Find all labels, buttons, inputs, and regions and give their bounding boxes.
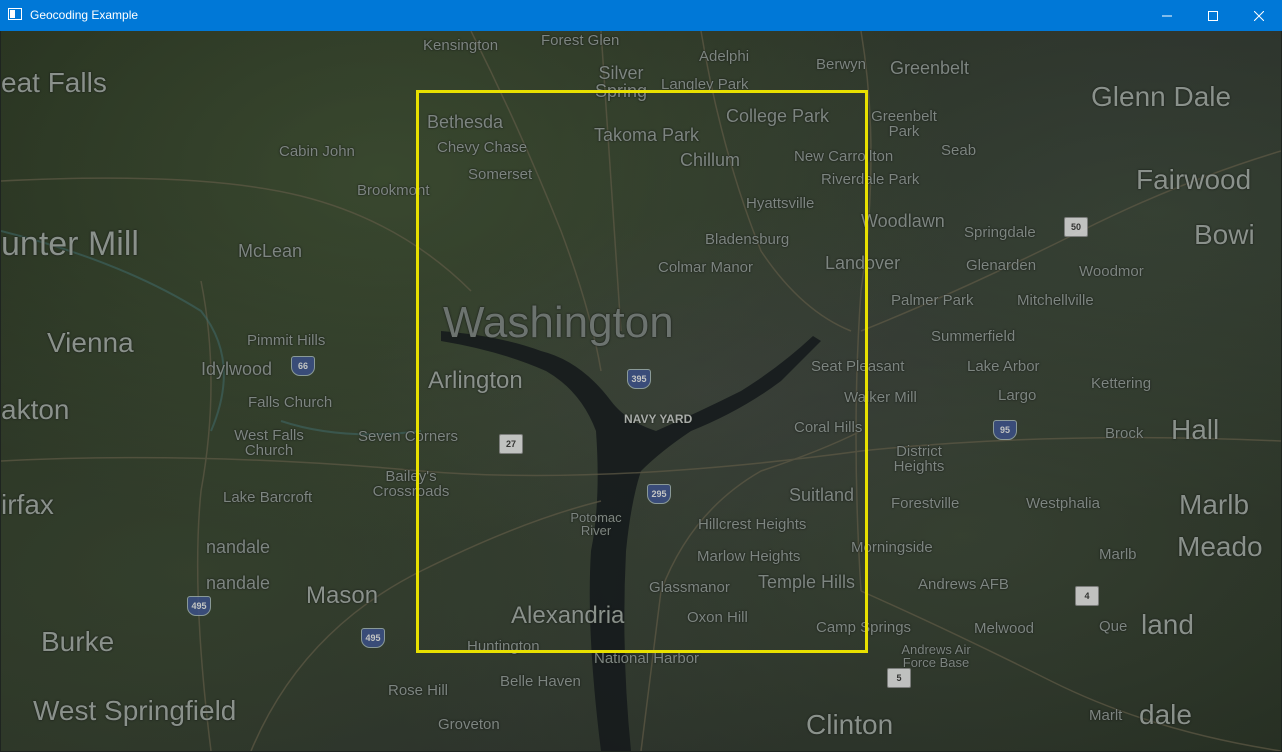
minimize-button[interactable] (1144, 0, 1190, 31)
map-label-berwyn: Berwyn (816, 56, 867, 73)
map-view[interactable]: Kensington Forest Glen Adelphi Berwyn Gr… (1, 31, 1281, 751)
maximize-button[interactable] (1190, 0, 1236, 31)
map-label-idylwood: Idylwood (201, 359, 273, 379)
map-label-seabrook: Seab (941, 142, 977, 159)
map-label-mitchellville: Mitchellville (1017, 292, 1094, 309)
map-label-brock: Brock (1105, 425, 1144, 442)
highway-shield-95: 95 (993, 420, 1017, 440)
map-label-kettering: Kettering (1091, 375, 1152, 392)
map-label-mclean: McLean (238, 241, 303, 261)
map-label-greenbelt-park: Greenbelt Park (871, 108, 937, 140)
map-label-marlboro: Marlb (1179, 489, 1250, 520)
map-label-district-heights: District Heights (893, 443, 945, 475)
map-label-adelphi: Adelphi (699, 48, 750, 65)
map-label-annandale-1: nandale (206, 537, 271, 557)
map-label-westphalia: Westphalia (1026, 495, 1100, 512)
map-label-great-falls: eat Falls (1, 67, 107, 98)
map-label-queensland: Que (1099, 618, 1128, 635)
app-icon (8, 8, 22, 20)
close-icon (1254, 10, 1264, 21)
map-label-forestville: Forestville (891, 495, 960, 512)
window-title: Geocoding Example (30, 8, 139, 22)
highway-shield-50: 50 (1064, 217, 1088, 237)
map-label-glenn-dale: Glenn Dale (1091, 81, 1232, 112)
map-label-woodmore: Woodmor (1079, 263, 1144, 280)
highway-shield-495-west: 495 (187, 596, 211, 616)
map-label-hunter-mill: unter Mill (1, 225, 139, 263)
map-label-belle-haven: Belle Haven (500, 673, 581, 690)
map-label-andrews-air-force-base: Andrews Air Force Base (901, 642, 971, 670)
map-label-largo: Largo (998, 387, 1037, 404)
map-label-mason: Mason (306, 582, 379, 609)
highway-shield-4: 4 (1075, 586, 1099, 606)
highway-shield-5: 5 (887, 668, 911, 688)
map-label-forest-glen: Forest Glen (541, 32, 620, 49)
highway-shield-495: 495 (361, 628, 385, 648)
map-label-pimmit-hills: Pimmit Hills (247, 332, 326, 349)
map-label-oakton: akton (1, 394, 70, 425)
map-label-hall: Hall (1171, 414, 1220, 445)
map-label-fairfax: irfax (1, 489, 54, 520)
map-label-bowie: Bowi (1194, 219, 1255, 250)
map-label-rose-hill: Rose Hill (388, 682, 449, 699)
map-label-cabin-john: Cabin John (279, 143, 355, 160)
map-label-palmer-park: Palmer Park (891, 292, 974, 309)
map-label-west-falls-church: West Falls Church (234, 427, 304, 459)
map-label-lake-arbor: Lake Arbor (967, 358, 1040, 375)
map-label-fairwood: Fairwood (1136, 164, 1252, 195)
map-label-marlton-2: Marlt (1089, 707, 1123, 724)
map-label-woodlawn: Woodlawn (861, 211, 945, 231)
map-label-dale: dale (1139, 699, 1192, 730)
map-label-melwood: Melwood (974, 620, 1035, 637)
map-label-glenarden: Glenarden (966, 257, 1037, 274)
maximize-icon (1208, 10, 1218, 21)
map-label-kensington: Kensington (423, 37, 499, 54)
map-label-burke: Burke (41, 626, 115, 657)
map-label-annandale-2: nandale (206, 573, 271, 593)
map-label-falls-church: Falls Church (248, 394, 333, 411)
map-label-groveton: Groveton (438, 716, 500, 733)
map-label-national-harbor: National Harbor (594, 650, 700, 667)
map-label-summerfield: Summerfield (931, 328, 1016, 345)
map-label-marlton: Marlb (1099, 546, 1137, 563)
map-label-springdale: Springdale (964, 224, 1036, 241)
map-label-clinton: Clinton (806, 709, 894, 740)
close-button[interactable] (1236, 0, 1282, 31)
map-label-greenbelt: Greenbelt (890, 58, 970, 78)
map-label-lake-barcroft: Lake Barcroft (223, 489, 313, 506)
geocode-result-bounding-box (416, 90, 868, 653)
minimize-icon (1162, 15, 1172, 16)
map-label-vienna: Vienna (47, 327, 134, 358)
map-label-meadows: Meado (1177, 531, 1263, 562)
map-label-upland: land (1141, 609, 1194, 640)
highway-shield-66: 66 (291, 356, 315, 376)
map-label-andrews-afb: Andrews AFB (918, 576, 1009, 593)
window-titlebar: Geocoding Example (0, 0, 1282, 31)
map-label-west-springfield: West Springfield (33, 695, 237, 726)
